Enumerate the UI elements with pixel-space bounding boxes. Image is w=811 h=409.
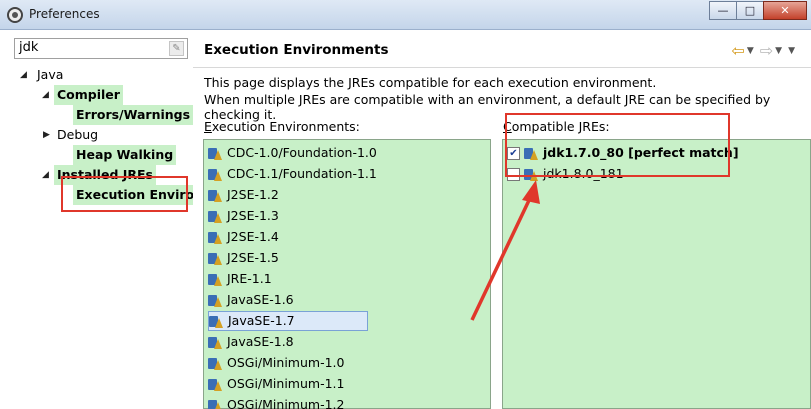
list-item[interactable]: J2SE-1.3 bbox=[208, 206, 279, 226]
list-item[interactable]: J2SE-1.5 bbox=[208, 248, 279, 268]
jre-library-icon bbox=[208, 168, 223, 181]
jre-library-icon bbox=[208, 399, 223, 409]
jre-library-icon bbox=[208, 378, 223, 391]
env-name: CDC-1.1/Foundation-1.1 bbox=[227, 166, 377, 181]
tree-item-java[interactable]: Java bbox=[37, 65, 63, 85]
back-arrow-icon[interactable]: ⇦ bbox=[731, 41, 744, 60]
window-title: Preferences bbox=[29, 7, 100, 21]
env-name: J2SE-1.4 bbox=[227, 229, 279, 244]
env-name: JavaSE-1.6 bbox=[227, 292, 294, 307]
clear-filter-icon[interactable]: ✎ bbox=[169, 41, 184, 56]
environments-label: Execution Environments: bbox=[204, 119, 360, 134]
compatible-jres-list[interactable]: ✔ jdk1.7.0_80 [perfect match] jdk1.8.0_1… bbox=[502, 139, 811, 409]
list-item[interactable]: JavaSE-1.8 bbox=[208, 332, 294, 352]
filter-input[interactable]: jdk ✎ bbox=[14, 38, 188, 59]
back-dropdown-icon[interactable]: ▼ bbox=[747, 46, 754, 56]
tree-expand-debug-icon[interactable]: ▶ bbox=[43, 125, 50, 145]
tree-item-compiler[interactable]: Compiler bbox=[54, 85, 123, 105]
jre-library-icon bbox=[208, 210, 223, 223]
tree-item-debug[interactable]: Debug bbox=[57, 125, 98, 145]
tree-expand-installed-jres-icon[interactable]: ◢ bbox=[42, 165, 49, 185]
jre-library-icon bbox=[208, 336, 223, 349]
env-name: JRE-1.1 bbox=[227, 271, 272, 286]
env-name: OSGi/Minimum-1.1 bbox=[227, 376, 345, 391]
list-item-selected[interactable]: JavaSE-1.7 bbox=[208, 311, 368, 331]
window-controls: — □ ✕ bbox=[709, 1, 807, 20]
env-name: J2SE-1.3 bbox=[227, 208, 279, 223]
execution-environments-page: Execution Environments ⇦ ▼ ⇨ ▼ ▼ This pa… bbox=[193, 35, 811, 409]
jre-library-icon bbox=[209, 315, 224, 328]
environments-list[interactable]: CDC-1.0/Foundation-1.0 CDC-1.1/Foundatio… bbox=[203, 139, 491, 409]
tree-item-errors-warnings[interactable]: Errors/Warnings bbox=[73, 105, 194, 125]
list-item[interactable]: J2SE-1.4 bbox=[208, 227, 279, 247]
list-item[interactable]: J2SE-1.2 bbox=[208, 185, 279, 205]
jre-library-icon bbox=[208, 231, 223, 244]
list-item[interactable]: JRE-1.1 bbox=[208, 269, 272, 289]
annotation-highlight-box bbox=[61, 176, 188, 212]
list-item[interactable]: CDC-1.0/Foundation-1.0 bbox=[208, 143, 377, 163]
title-separator bbox=[193, 67, 811, 68]
environments-label-rest: xecution Environments: bbox=[211, 119, 360, 134]
env-name: J2SE-1.5 bbox=[227, 250, 279, 265]
preferences-tree-pane: jdk ✎ ◢ Java ◢ Compiler Errors/Warnings … bbox=[6, 35, 198, 409]
maximize-button[interactable]: □ bbox=[736, 1, 764, 20]
env-name: OSGi/Minimum-1.2 bbox=[227, 397, 345, 409]
list-item[interactable]: OSGi/Minimum-1.0 bbox=[208, 353, 344, 373]
list-item[interactable]: JavaSE-1.6 bbox=[208, 290, 294, 310]
tree-item-heap-walking[interactable]: Heap Walking bbox=[73, 145, 177, 165]
annotation-highlight-box bbox=[505, 113, 730, 177]
env-name: OSGi/Minimum-1.0 bbox=[227, 355, 345, 370]
page-navigation: ⇦ ▼ ⇨ ▼ ▼ bbox=[731, 41, 799, 60]
forward-arrow-icon[interactable]: ⇨ bbox=[760, 41, 773, 60]
env-name: JavaSE-1.8 bbox=[227, 334, 294, 349]
filter-input-value: jdk bbox=[19, 40, 39, 55]
page-title: Execution Environments bbox=[204, 42, 389, 58]
minimize-button[interactable]: — bbox=[709, 1, 737, 20]
title-bar: Preferences — □ ✕ bbox=[0, 0, 811, 30]
tree-expand-java-icon[interactable]: ◢ bbox=[20, 65, 27, 85]
env-name: J2SE-1.2 bbox=[227, 187, 279, 202]
list-item[interactable]: CDC-1.1/Foundation-1.1 bbox=[208, 164, 377, 184]
jre-library-icon bbox=[208, 273, 223, 286]
close-button[interactable]: ✕ bbox=[763, 1, 807, 20]
jre-library-icon bbox=[208, 189, 223, 202]
jre-library-icon bbox=[208, 252, 223, 265]
env-name: CDC-1.0/Foundation-1.0 bbox=[227, 145, 377, 160]
list-item[interactable]: OSGi/Minimum-1.1 bbox=[208, 374, 344, 394]
env-name: JavaSE-1.7 bbox=[228, 313, 295, 328]
preferences-gear-icon bbox=[7, 7, 23, 23]
jre-library-icon bbox=[208, 357, 223, 370]
jre-library-icon bbox=[208, 147, 223, 160]
view-menu-icon[interactable]: ▼ bbox=[788, 46, 795, 56]
forward-dropdown-icon[interactable]: ▼ bbox=[775, 46, 782, 56]
jre-library-icon bbox=[208, 294, 223, 307]
list-item[interactable]: OSGi/Minimum-1.2 bbox=[208, 395, 344, 409]
description-line-1: This page displays the JREs compatible f… bbox=[204, 75, 657, 90]
tree-expand-compiler-icon[interactable]: ◢ bbox=[42, 85, 49, 105]
